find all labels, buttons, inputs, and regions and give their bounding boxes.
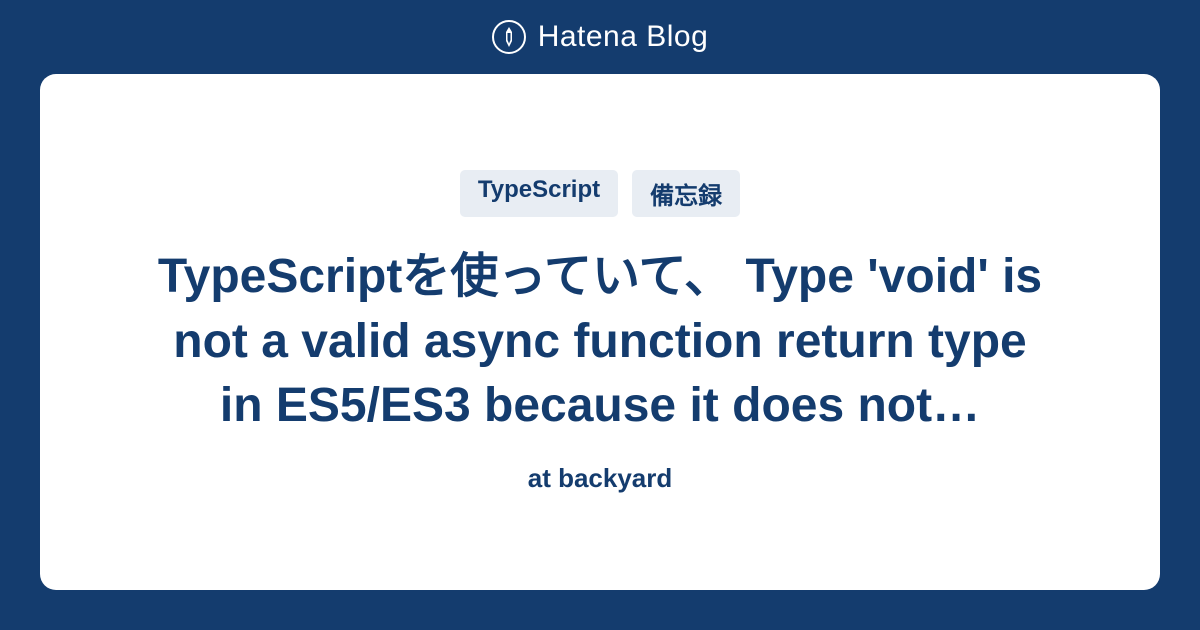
content-card: TypeScript 備忘録 TypeScriptを使っていて、 Type 'v… <box>40 74 1160 590</box>
brand-name: Hatena Blog <box>538 20 709 54</box>
tag-list: TypeScript 備忘録 <box>460 170 740 217</box>
blog-name: at backyard <box>528 463 673 494</box>
brand-header: Hatena Blog <box>492 20 709 54</box>
tag-item: TypeScript <box>460 170 618 217</box>
hatena-logo-icon <box>492 20 526 54</box>
pen-icon <box>501 27 517 47</box>
article-title: TypeScriptを使っていて、 Type 'void' is not a v… <box>150 245 1050 439</box>
tag-item: 備忘録 <box>632 170 740 217</box>
